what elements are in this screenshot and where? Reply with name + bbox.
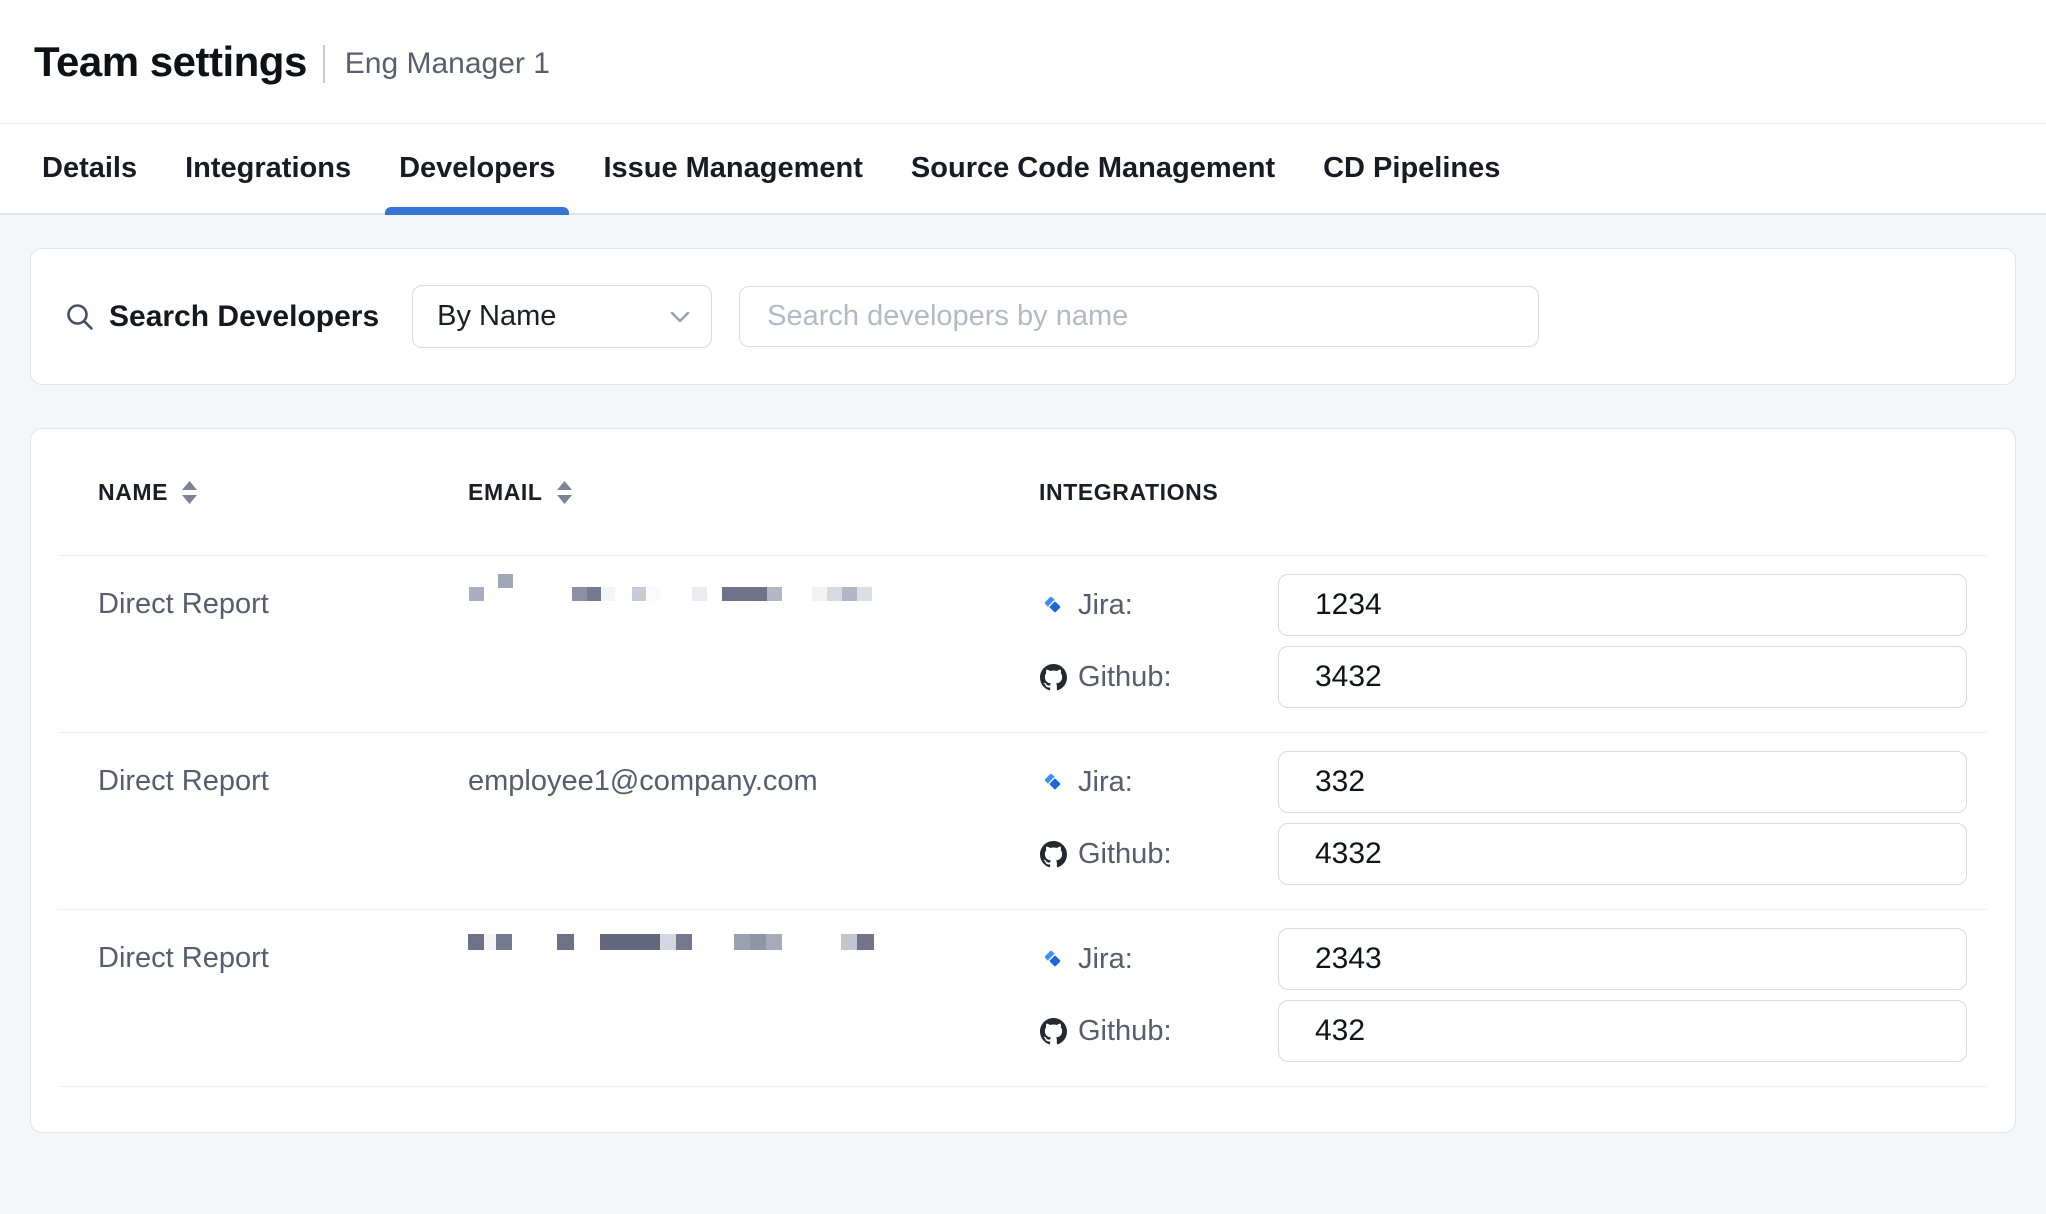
jira-icon [1039, 947, 1067, 971]
column-header-integrations: INTEGRATIONS [1039, 479, 1987, 506]
search-developers-label: Search Developers [109, 300, 379, 334]
jira-id-input[interactable] [1278, 751, 1967, 813]
sort-icon[interactable] [557, 481, 572, 504]
tab-details[interactable]: Details [28, 124, 151, 213]
tab-integrations[interactable]: Integrations [171, 124, 365, 213]
table-row: Direct Report Jira: [59, 556, 1987, 733]
tab-issue-management[interactable]: Issue Management [589, 124, 876, 213]
search-filter-select[interactable]: By Name [412, 285, 712, 348]
github-id-input[interactable] [1278, 646, 1967, 708]
filter-selected-value: By Name [437, 300, 556, 333]
search-card: Search Developers By Name [30, 248, 2016, 385]
developer-email: employee1@company.com [468, 733, 1039, 909]
github-id-input[interactable] [1278, 823, 1967, 885]
tab-bar: Details Integrations Developers Issue Ma… [0, 124, 2046, 215]
github-field: Github: [1039, 1000, 1967, 1062]
jira-label: Jira: [1078, 766, 1133, 799]
github-label: Github: [1078, 838, 1172, 871]
table-row: Direct Report Jira: [59, 910, 1987, 1087]
jira-icon [1039, 593, 1067, 617]
table-header-row: NAME EMAIL INTEGRATIONS [59, 429, 1987, 556]
github-label: Github: [1078, 1015, 1172, 1048]
jira-label: Jira: [1078, 943, 1133, 976]
tab-source-code-management[interactable]: Source Code Management [897, 124, 1289, 213]
tab-developers[interactable]: Developers [385, 124, 569, 213]
github-field: Github: [1039, 646, 1967, 708]
page-title: Team settings [34, 38, 307, 86]
page-header: Team settings Eng Manager 1 [0, 0, 2046, 124]
column-header-name[interactable]: NAME [98, 479, 468, 506]
jira-label: Jira: [1078, 589, 1133, 622]
search-input[interactable] [739, 286, 1539, 347]
sort-icon[interactable] [182, 481, 197, 504]
jira-field: Jira: [1039, 574, 1967, 636]
github-id-input[interactable] [1278, 1000, 1967, 1062]
table-row: Direct Report employee1@company.com Jira… [59, 733, 1987, 910]
chevron-down-icon [669, 310, 691, 324]
redacted-email [468, 574, 888, 606]
column-header-email[interactable]: EMAIL [468, 479, 1039, 506]
developer-name: Direct Report [98, 733, 468, 909]
jira-field: Jira: [1039, 928, 1967, 990]
tab-cd-pipelines[interactable]: CD Pipelines [1309, 124, 1514, 213]
github-icon [1039, 664, 1067, 691]
jira-id-input[interactable] [1278, 574, 1967, 636]
title-separator [323, 45, 325, 83]
jira-id-input[interactable] [1278, 928, 1967, 990]
github-field: Github: [1039, 823, 1967, 885]
jira-icon [1039, 770, 1067, 794]
search-icon [65, 302, 95, 332]
github-icon [1039, 841, 1067, 868]
developer-name: Direct Report [98, 556, 468, 732]
developer-name: Direct Report [98, 910, 468, 1086]
team-name: Eng Manager 1 [345, 47, 550, 81]
github-icon [1039, 1018, 1067, 1045]
redacted-email [468, 928, 888, 960]
github-label: Github: [1078, 661, 1172, 694]
developers-table: NAME EMAIL INTEGRATIONS Direct Report [30, 428, 2016, 1133]
jira-field: Jira: [1039, 751, 1967, 813]
main-content: Search Developers By Name NAME EMAIL [0, 215, 2046, 1133]
